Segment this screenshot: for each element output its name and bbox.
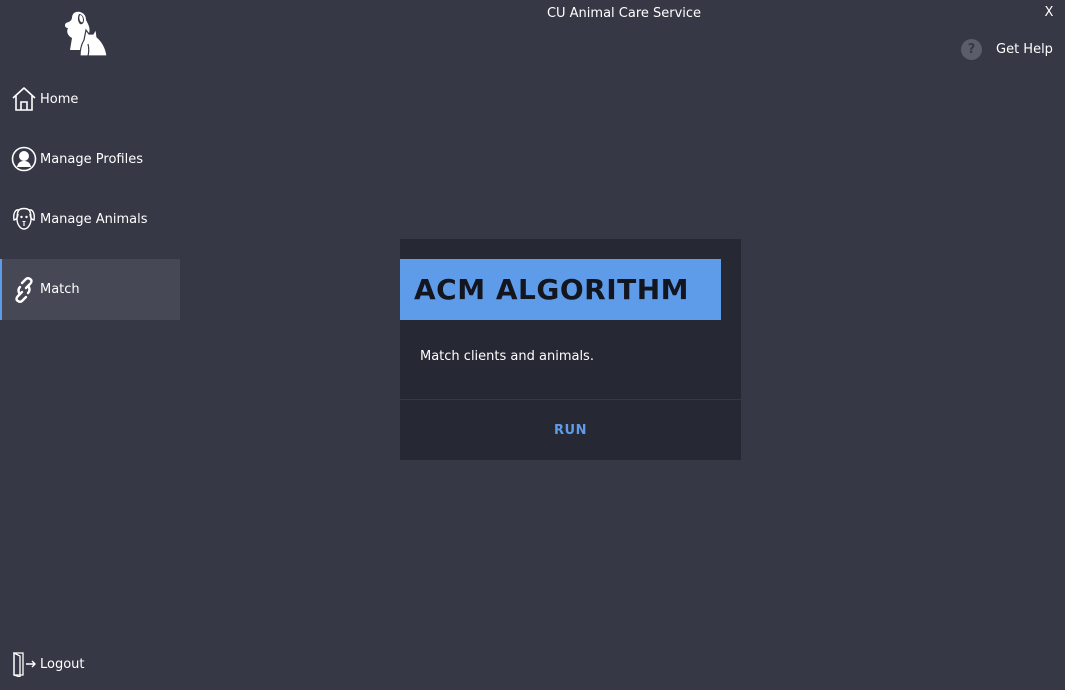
acm-algorithm-card: ACM ALGORITHM Match clients and animals.… — [400, 239, 741, 460]
sidebar-item-label: Manage Animals — [40, 211, 148, 227]
get-help-button[interactable]: ? Get Help — [961, 38, 1053, 60]
sidebar-item-label: Manage Profiles — [40, 151, 143, 167]
card-header: ACM ALGORITHM — [400, 259, 721, 320]
help-label: Get Help — [996, 41, 1053, 57]
link-icon — [11, 276, 37, 303]
card-description: Match clients and animals. — [420, 349, 594, 364]
profile-icon — [11, 146, 37, 172]
sidebar-item-match[interactable]: Match — [0, 259, 180, 320]
close-button[interactable]: X — [1041, 4, 1057, 22]
run-button[interactable]: RUN — [400, 400, 741, 460]
sidebar-item-home[interactable]: Home — [0, 69, 180, 129]
logout-label: Logout — [40, 656, 85, 672]
sidebar-item-manage-animals[interactable]: Manage Animals — [0, 189, 180, 249]
help-icon: ? — [961, 38, 982, 60]
sidebar-item-label: Home — [40, 91, 79, 107]
sidebar-item-label: Match — [40, 282, 80, 297]
home-icon — [11, 86, 37, 112]
window-title: CU Animal Care Service — [546, 6, 702, 21]
sidebar-item-manage-profiles[interactable]: Manage Profiles — [0, 129, 180, 189]
logout-icon — [11, 651, 37, 677]
logout-button[interactable]: Logout — [0, 634, 180, 690]
card-title: ACM ALGORITHM — [414, 273, 690, 306]
dog-face-icon — [11, 206, 37, 232]
title-bar: CU Animal Care Service X — [0, 0, 1065, 28]
dog-cat-logo-icon — [62, 10, 108, 58]
